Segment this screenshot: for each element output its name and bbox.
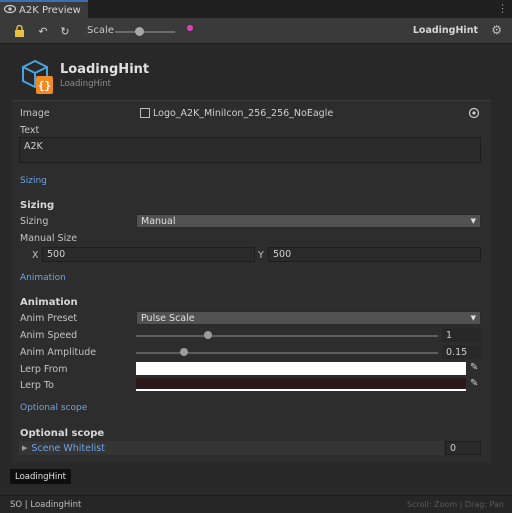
scene-whitelist-foldout[interactable]: ▶ Scene Whitelist <box>19 441 444 455</box>
preview-tag: LoadingHint <box>10 469 72 484</box>
component-icon: {} <box>19 58 55 96</box>
anim-speed-track[interactable] <box>136 335 438 337</box>
component-subtitle: LoadingHint <box>60 79 112 89</box>
anim-preset-label: Anim Preset <box>20 313 78 324</box>
sizing-dropdown[interactable]: Manual ▼ <box>136 214 481 228</box>
sizing-label: Sizing <box>20 216 49 227</box>
gear-icon[interactable]: ⚙ <box>491 23 502 37</box>
image-value: Logo_A2K_MiniIcon_256_256_NoEagle <box>153 107 334 119</box>
status-bar: SO | LoadingHint Scroll: Zoom | Drag: Pa… <box>0 495 512 513</box>
size-y-input[interactable]: 500 <box>268 247 481 262</box>
status-left: SO | LoadingHint <box>10 499 82 510</box>
lerp-from-color[interactable] <box>136 362 466 375</box>
refresh-icon[interactable]: ↻ <box>58 24 72 38</box>
lock-icon[interactable] <box>12 24 26 38</box>
sizing-foldout-link[interactable]: Sizing <box>20 176 47 186</box>
anim-preset-dropdown[interactable]: Pulse Scale ▼ <box>136 311 481 325</box>
sizing-value: Manual <box>141 215 176 227</box>
scale-label: Scale <box>87 25 114 36</box>
anim-preset-value: Pulse Scale <box>141 312 195 324</box>
image-field[interactable]: Logo_A2K_MiniIcon_256_256_NoEagle <box>136 106 481 120</box>
animation-heading: Animation <box>20 297 78 308</box>
triangle-right-icon: ▶ <box>22 444 28 452</box>
chevron-down-icon: ▼ <box>470 314 476 322</box>
component-title: LoadingHint <box>60 62 150 77</box>
tab-bar: A2K Preview ⋮ <box>0 0 512 18</box>
image-thumb-icon <box>140 108 150 118</box>
tab-a2k-preview[interactable]: A2K Preview <box>0 0 88 18</box>
scene-whitelist-count[interactable]: 0 <box>445 441 481 455</box>
undo-icon[interactable]: ↶ <box>36 24 50 38</box>
eyedropper-icon[interactable]: ✎ <box>470 362 478 373</box>
optional-scope-foldout-link[interactable]: Optional scope <box>20 403 87 413</box>
anim-speed-input[interactable]: 1 <box>442 328 481 342</box>
text-label: Text <box>20 125 40 136</box>
anim-speed-label: Anim Speed <box>20 330 78 341</box>
lerp-to-color[interactable] <box>136 378 466 391</box>
text-input[interactable]: A2K <box>19 137 481 163</box>
y-label: Y <box>258 250 264 261</box>
optional-scope-heading: Optional scope <box>20 428 105 439</box>
chevron-down-icon: ▼ <box>470 217 476 225</box>
animation-foldout-link[interactable]: Animation <box>20 273 66 283</box>
scene-whitelist-label: Scene Whitelist <box>31 442 105 454</box>
tab-label: A2K Preview <box>19 4 81 16</box>
status-right: Scroll: Zoom | Drag: Pan <box>406 500 504 509</box>
image-label: Image <box>20 108 50 119</box>
eye-icon <box>3 4 17 17</box>
x-label: X <box>32 250 39 261</box>
anim-amplitude-input[interactable]: 0.15 <box>442 345 481 359</box>
scale-slider-track[interactable] <box>115 31 175 33</box>
status-dot <box>187 25 193 31</box>
target-icon[interactable] <box>468 107 480 119</box>
size-x-input[interactable]: 500 <box>42 247 255 262</box>
lerp-to-label: Lerp To <box>20 380 54 391</box>
sizing-heading: Sizing <box>20 200 55 211</box>
scale-slider-thumb[interactable] <box>134 27 144 36</box>
svg-text:{}: {} <box>38 79 51 92</box>
anim-amplitude-label: Anim Amplitude <box>20 347 97 358</box>
toolbar-title: LoadingHint <box>412 25 478 36</box>
lerp-from-label: Lerp From <box>20 364 68 375</box>
manual-size-label: Manual Size <box>20 233 78 244</box>
eyedropper-icon[interactable]: ✎ <box>470 378 478 389</box>
kebab-icon[interactable]: ⋮ <box>497 2 508 15</box>
